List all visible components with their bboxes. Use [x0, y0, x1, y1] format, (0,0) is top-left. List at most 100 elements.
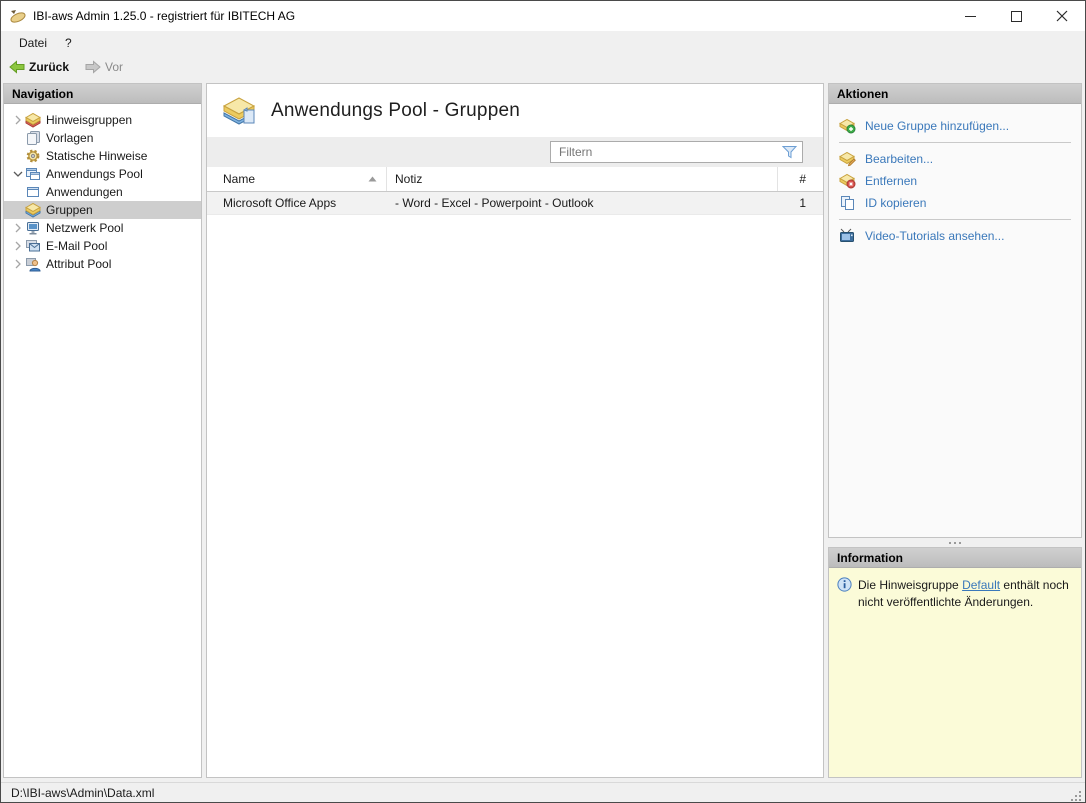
tree-item-anwendungs-pool[interactable]: Anwendungs Pool	[4, 165, 201, 183]
app-window: IBI-aws Admin 1.25.0 - registriert für I…	[0, 0, 1086, 803]
chevron-down-icon[interactable]	[11, 170, 25, 178]
action-copy-id[interactable]: ID kopieren	[839, 192, 1071, 214]
forward-arrow-icon	[85, 59, 101, 74]
actions-separator	[839, 219, 1071, 220]
information-panel-header: Information	[829, 548, 1081, 568]
action-remove[interactable]: Entfernen	[839, 170, 1071, 192]
statusbar: D:\IBI-aws\Admin\Data.xml	[1, 782, 1085, 802]
info-text-before: Die Hinweisgruppe	[858, 578, 963, 592]
tree-item-statische-hinweise[interactable]: Statische Hinweise	[4, 147, 201, 165]
actions-panel: Aktionen Neue Gruppe hinzufügen... Bearb…	[828, 83, 1082, 538]
workspace: Navigation Hinweisgruppen Vorlagen Stati…	[1, 79, 1085, 782]
tree-item-label: Statische Hinweise	[46, 149, 148, 163]
info-message: Die Hinweisgruppe Default enthält noch n…	[858, 577, 1073, 612]
data-file-path: D:\IBI-aws\Admin\Data.xml	[11, 785, 155, 800]
tree-item-anwendungen[interactable]: Anwendungen	[4, 183, 201, 201]
filter-input[interactable]	[550, 141, 803, 163]
edit-group-icon	[839, 151, 856, 167]
column-label: Name	[223, 172, 256, 186]
window-title: IBI-aws Admin 1.25.0 - registriert für I…	[33, 9, 296, 23]
action-label: Entfernen	[865, 174, 918, 188]
app-icon	[9, 8, 27, 24]
action-label: Bearbeiten...	[865, 152, 934, 166]
copy-id-icon	[839, 195, 856, 211]
toolbar: Zurück Vor	[1, 54, 1085, 79]
column-label: #	[799, 172, 806, 186]
templates-icon	[25, 130, 41, 146]
tree-item-label: Attribut Pool	[46, 257, 112, 271]
tree-item-label: Gruppen	[46, 203, 93, 217]
tree-item-label: Anwendungs Pool	[46, 167, 143, 181]
info-icon	[837, 577, 852, 592]
titlebar[interactable]: IBI-aws Admin 1.25.0 - registriert für I…	[1, 1, 1085, 31]
main-panel: Anwendungs Pool - Gruppen Name	[206, 83, 824, 778]
back-button-label: Zurück	[29, 59, 70, 74]
cell-name: Microsoft Office Apps	[223, 196, 337, 210]
attribute-pool-icon	[25, 256, 41, 272]
action-video-tutorials[interactable]: Video-Tutorials ansehen...	[839, 225, 1071, 247]
table-row[interactable]: Microsoft Office Apps - Word - Excel - P…	[207, 192, 823, 215]
column-header-count[interactable]: #	[777, 167, 823, 191]
default-group-link[interactable]: Default	[962, 578, 1000, 592]
groups-icon	[25, 202, 41, 218]
action-edit[interactable]: Bearbeiten...	[839, 148, 1071, 170]
email-pool-icon	[25, 238, 41, 254]
information-panel: Information Die Hinweisgruppe Default en…	[828, 547, 1082, 778]
close-button[interactable]	[1039, 1, 1085, 31]
forward-button[interactable]: Vor	[82, 58, 126, 76]
table-header: Name Notiz #	[207, 167, 823, 192]
application-pool-groups-icon	[222, 96, 258, 126]
maximize-button[interactable]	[993, 1, 1039, 31]
navigation-tree: Hinweisgruppen Vorlagen Statische Hinwei…	[4, 104, 201, 273]
sort-ascending-icon	[368, 176, 377, 182]
chevron-right-icon[interactable]	[11, 115, 25, 125]
navigation-panel: Navigation Hinweisgruppen Vorlagen Stati…	[3, 83, 202, 778]
tree-item-gruppen[interactable]: Gruppen	[4, 201, 201, 219]
filter-bar	[207, 137, 823, 167]
actions-panel-header: Aktionen	[829, 84, 1081, 104]
action-label: Video-Tutorials ansehen...	[865, 229, 1005, 243]
remove-group-icon	[839, 173, 856, 189]
menu-datei[interactable]: Datei	[10, 34, 56, 52]
tree-item-email-pool[interactable]: E-Mail Pool	[4, 237, 201, 255]
splitter-grip-icon	[954, 541, 956, 544]
back-button[interactable]: Zurück	[6, 58, 72, 76]
action-label: ID kopieren	[865, 196, 927, 210]
resize-grip[interactable]	[1070, 790, 1082, 802]
cell-notiz: - Word - Excel - Powerpoint - Outlook	[395, 196, 594, 210]
action-label: Neue Gruppe hinzufügen...	[865, 119, 1010, 133]
network-pool-icon	[25, 220, 41, 236]
add-group-icon	[839, 118, 856, 134]
chevron-right-icon[interactable]	[11, 241, 25, 251]
chevron-right-icon[interactable]	[11, 259, 25, 269]
back-arrow-icon	[9, 59, 25, 74]
tree-item-netzwerk-pool[interactable]: Netzwerk Pool	[4, 219, 201, 237]
table-empty-area	[207, 215, 823, 777]
column-header-name[interactable]: Name	[207, 172, 386, 186]
tree-item-label: E-Mail Pool	[46, 239, 108, 253]
actions-separator	[839, 142, 1071, 143]
tree-item-label: Netzwerk Pool	[46, 221, 124, 235]
notice-groups-icon	[25, 112, 41, 128]
right-column: Aktionen Neue Gruppe hinzufügen... Bearb…	[828, 83, 1082, 778]
application-pool-icon	[25, 166, 41, 182]
tree-item-attribut-pool[interactable]: Attribut Pool	[4, 255, 201, 273]
column-header-notiz[interactable]: Notiz	[386, 167, 777, 191]
forward-button-label: Vor	[105, 59, 124, 74]
panel-splitter[interactable]	[828, 538, 1082, 547]
tree-item-vorlagen[interactable]: Vorlagen	[4, 129, 201, 147]
applications-icon	[25, 184, 41, 200]
navigation-panel-header: Navigation	[4, 84, 201, 104]
menu-help[interactable]: ?	[56, 34, 81, 52]
video-tutorials-icon	[839, 228, 856, 244]
chevron-right-icon[interactable]	[11, 223, 25, 233]
page-title: Anwendungs Pool - Gruppen	[271, 99, 520, 121]
tree-item-label: Vorlagen	[46, 131, 94, 145]
main-header: Anwendungs Pool - Gruppen	[207, 84, 823, 137]
filter-icon[interactable]	[782, 145, 797, 159]
action-add-group[interactable]: Neue Gruppe hinzufügen...	[839, 115, 1071, 137]
tree-item-hinweisgruppen[interactable]: Hinweisgruppen	[4, 111, 201, 129]
tree-item-label: Anwendungen	[46, 185, 123, 199]
minimize-button[interactable]	[947, 1, 993, 31]
cell-count: 1	[799, 196, 806, 210]
